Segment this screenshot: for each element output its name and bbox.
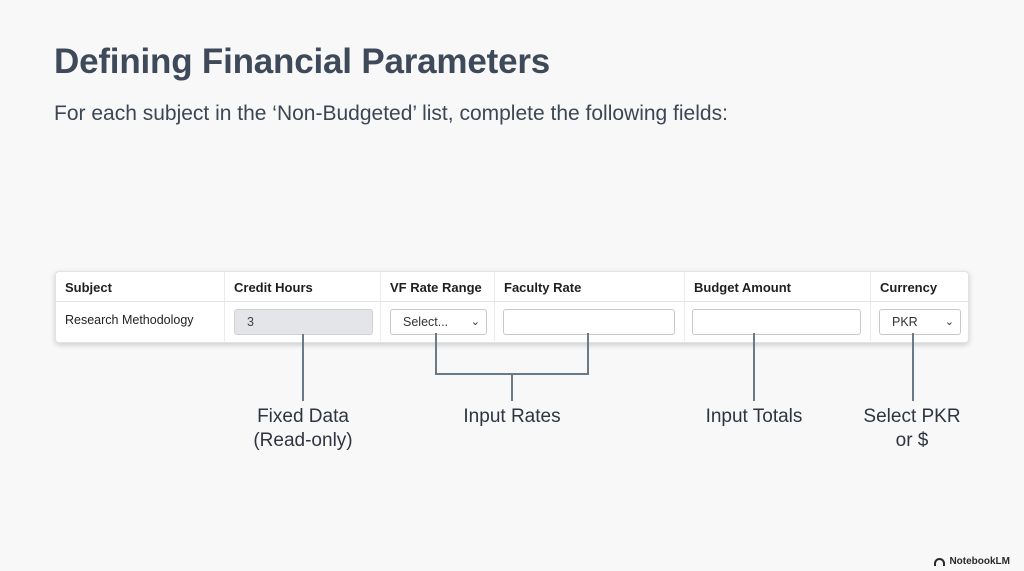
page-subtitle: For each subject in the ‘Non-Budgeted’ l… [54,102,728,125]
currency-value: PKR [892,315,918,329]
rates-connector-stem [511,373,513,401]
annotation-fixed-data: Fixed Data (Read-only) [222,405,384,453]
chevron-down-icon: ⌄ [470,316,480,328]
table-header-row: Subject Credit Hours VF Rate Range Facul… [56,272,968,302]
annotation-fixed-line1: Fixed Data [257,406,349,427]
vf-rate-range-value: Select... [403,315,449,329]
credit-hours-field: 3 [234,309,373,335]
header-faculty-rate: Faculty Rate [504,280,582,295]
header-budget-amount: Budget Amount [694,280,791,295]
page-title: Defining Financial Parameters [54,42,551,81]
header-currency: Currency [880,280,938,295]
chevron-down-icon: ⌄ [944,316,954,328]
currency-connector [912,333,914,401]
notebooklm-logo-icon [934,557,946,566]
subject-form-table: Subject Credit Hours VF Rate Range Facul… [55,271,969,343]
rates-connector-right [587,333,589,374]
table-row: Research Methodology 3 Select... ⌄ PKR ⌄ [56,302,968,343]
annotation-select-currency: Select PKR or $ [832,405,992,453]
header-subject: Subject [65,280,112,295]
totals-connector [753,333,755,401]
annotation-input-rates: Input Rates [463,406,561,427]
faculty-rate-input[interactable] [503,309,675,335]
brand-watermark: NotebookLM [934,556,1010,567]
header-credit-hours: Credit Hours [234,280,313,295]
brand-label: NotebookLM [949,556,1010,567]
annotation-select-line2: or $ [895,430,929,451]
header-vf-rate-range: VF Rate Range [390,280,482,295]
budget-amount-input[interactable] [692,309,861,335]
annotation-select-line1: Select PKR [863,406,961,427]
annotation-fixed-line2: (Read-only) [253,430,353,451]
fixed-data-connector [302,334,304,401]
currency-select[interactable]: PKR ⌄ [879,309,961,335]
vf-rate-range-select[interactable]: Select... ⌄ [390,309,487,335]
rates-connector-left [435,333,437,374]
credit-hours-value: 3 [247,315,254,329]
slide: Defining Financial Parameters For each s… [0,0,1024,571]
subject-name: Research Methodology [65,313,194,327]
annotation-input-totals: Input Totals [705,406,803,427]
